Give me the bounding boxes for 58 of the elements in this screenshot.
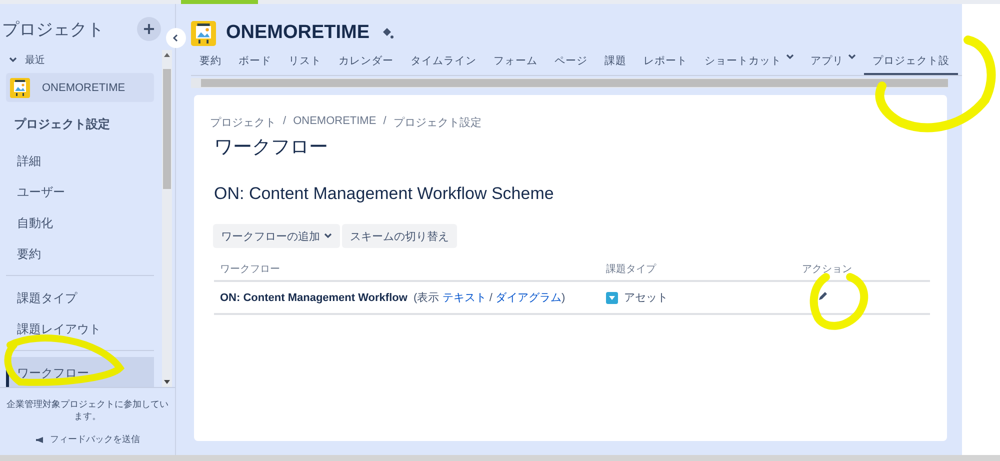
nav-tab[interactable]: リスト (280, 54, 330, 75)
nav-tab[interactable]: ボード (230, 54, 280, 75)
nav-tab[interactable]: ショートカット (696, 54, 802, 75)
nav-tab[interactable]: レポート (635, 54, 696, 75)
breadcrumb-link[interactable]: プロジェクト設定 (393, 115, 482, 130)
info-note: 企業管理対象プロジェクトに参加しています。 (6, 398, 170, 422)
project-avatar-icon (10, 78, 30, 98)
feedback-link[interactable]: フィードバックを送信 (29, 432, 146, 447)
highlight-annotation (810, 273, 868, 330)
chevron-down-icon (9, 57, 17, 63)
sidebar-item[interactable]: 要約 (6, 238, 154, 269)
breadcrumb-link[interactable]: プロジェクト (210, 115, 276, 130)
column-header: ワークフロー (214, 258, 600, 281)
nav-tab[interactable]: プロジェクト設 (864, 54, 958, 75)
nav-tab[interactable]: 要約 (191, 54, 230, 75)
collapse-button[interactable] (166, 28, 186, 48)
scheme-title: ON: Content Management Workflow Scheme (214, 184, 555, 204)
project-title: ONEMORETIME (226, 22, 370, 44)
nav-tab[interactable]: ページ (546, 54, 596, 75)
add-button[interactable] (137, 17, 161, 41)
nav-tab[interactable]: タイムライン (402, 54, 485, 75)
scrollbar[interactable] (0, 455, 1000, 461)
issue-type-label: アセット (624, 291, 668, 305)
link-separator: / (489, 292, 492, 304)
nav-tab[interactable]: カレンダー (330, 54, 402, 75)
chevron-left-icon (172, 34, 180, 42)
nav-tab[interactable]: 課題 (596, 54, 635, 75)
edit-icon[interactable] (818, 291, 828, 301)
dropdown-button[interactable]: ワークフローの追加 (213, 224, 340, 248)
project-avatar-icon (191, 20, 216, 46)
project-item[interactable]: ONEMORETIME (6, 73, 154, 102)
breadcrumb-separator: / (283, 115, 286, 129)
column-header: アクション (796, 258, 930, 281)
sidebar-item[interactable]: 自動化 (6, 207, 154, 238)
breadcrumb-separator: / (383, 115, 386, 129)
section-title: プロジェクト設定 (13, 116, 111, 133)
plus-icon (143, 23, 155, 35)
view-link[interactable]: ダイアグラム (495, 292, 562, 304)
sidebar-item[interactable]: 課題タイプ (6, 282, 154, 313)
sidebar-item[interactable]: 詳細 (6, 145, 154, 176)
sidebar-item[interactable]: ユーザー (6, 176, 154, 207)
page-title: ワークフロー (214, 136, 329, 160)
nav-tab[interactable]: フォーム (485, 54, 546, 75)
megaphone-icon (35, 436, 45, 444)
workflow-name: ON: Content Management Workflow (220, 292, 408, 304)
action-button[interactable]: スキームの切り替え (342, 224, 457, 248)
issue-type-icon (606, 292, 618, 304)
sidebar-title: プロジェクト (2, 18, 104, 40)
view-label: (表示 (414, 292, 440, 304)
column-header: 課題タイプ (600, 258, 796, 281)
nav-tab[interactable]: アプリ (802, 54, 864, 75)
scrollbar[interactable] (191, 78, 948, 88)
breadcrumb-link[interactable]: ONEMORETIME (293, 115, 376, 130)
section-label: 最近 (25, 54, 45, 67)
view-link[interactable]: テキスト (442, 292, 486, 304)
scrollbar[interactable] (162, 50, 172, 387)
sidebar-item[interactable]: 課題レイアウト (6, 313, 154, 344)
view-label: ) (561, 292, 566, 304)
